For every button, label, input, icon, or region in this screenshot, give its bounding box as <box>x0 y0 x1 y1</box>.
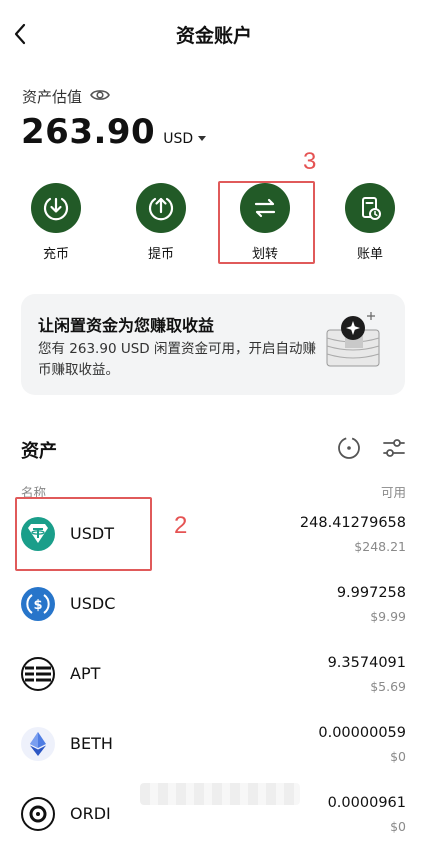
coin-usd-value: $0 <box>390 819 406 834</box>
settings-sliders-icon[interactable] <box>382 437 406 463</box>
promo-description: 您有 263.90 USD 闲置资金可用，开启自动赚币赚取收益。 <box>38 341 316 378</box>
annotation-number-3: 3 <box>303 148 317 175</box>
asset-row-apt[interactable]: APT 9.3574091 $5.69 <box>0 640 428 710</box>
valuation-label-row: 资产估值 <box>22 86 110 107</box>
deposit-button[interactable]: 充币 <box>16 183 96 262</box>
coin-amount: 9.997258 <box>336 585 406 601</box>
balance-row: 263.90 USD <box>21 112 207 152</box>
transfer-label: 划转 <box>251 247 278 262</box>
coin-symbol: APT <box>70 664 101 683</box>
coin-usd-value: $248.21 <box>354 539 406 554</box>
deposit-label: 充币 <box>42 247 69 262</box>
ordi-icon <box>21 797 55 831</box>
coin-usd-value: $5.69 <box>370 679 406 694</box>
assets-toolbar <box>337 436 406 464</box>
annotation-number-2: 2 <box>174 512 188 539</box>
bill-icon <box>345 183 395 233</box>
usdc-icon: $ <box>21 587 55 621</box>
apt-icon <box>21 657 55 691</box>
promo-title: 让闲置资金为您赚取收益 <box>38 316 215 335</box>
beth-icon <box>21 727 55 761</box>
withdraw-button[interactable]: 提币 <box>121 183 201 262</box>
top-bar: 资金账户 <box>0 0 428 68</box>
withdraw-icon <box>136 183 186 233</box>
bill-button[interactable]: 账单 <box>330 183 410 262</box>
small-assets-filter-icon[interactable] <box>337 436 361 464</box>
currency-selector[interactable]: USD <box>163 131 207 147</box>
currency-label: USD <box>163 131 194 147</box>
assets-section-title: 资产 <box>21 441 57 462</box>
coin-symbol: BETH <box>70 734 113 753</box>
asset-row-ordi[interactable]: ORDI 0.0000961 $0 <box>0 780 428 847</box>
bill-label: 账单 <box>356 247 383 262</box>
coin-usd-value: $9.99 <box>370 609 406 624</box>
asset-row-beth[interactable]: BETH 0.00000059 $0 <box>0 710 428 780</box>
withdraw-label: 提币 <box>147 247 174 262</box>
coin-usd-value: $0 <box>390 749 406 764</box>
annotation-box-usdt <box>15 497 152 571</box>
page-title: 资金账户 <box>175 25 252 47</box>
quick-actions: 充币 提币 划转 账单 <box>0 183 428 263</box>
caret-down-icon <box>198 136 207 141</box>
valuation-label: 资产估值 <box>22 88 83 106</box>
coin-amount: 248.41279658 <box>299 515 406 531</box>
coin-symbol: ORDI <box>70 804 111 823</box>
total-balance: 263.90 <box>21 112 156 152</box>
deposit-icon <box>31 183 81 233</box>
column-header-available: 可用 <box>380 485 406 500</box>
svg-text:$: $ <box>33 598 42 613</box>
eye-icon[interactable] <box>90 87 110 106</box>
transfer-icon <box>240 183 290 233</box>
asset-row-usdc[interactable]: $ USDC 9.997258 $9.99 <box>0 570 428 640</box>
coin-amount: 0.00000059 <box>318 725 406 741</box>
earn-promo-card[interactable]: 让闲置资金为您赚取收益 您有 263.90 USD 闲置资金可用，开启自动赚币赚… <box>21 294 405 395</box>
transfer-button[interactable]: 划转 <box>225 183 305 262</box>
coin-amount: 0.0000961 <box>327 795 406 811</box>
wallet-illustration-icon <box>323 308 385 374</box>
coin-amount: 9.3574091 <box>327 655 406 671</box>
coin-symbol: USDC <box>70 594 116 613</box>
